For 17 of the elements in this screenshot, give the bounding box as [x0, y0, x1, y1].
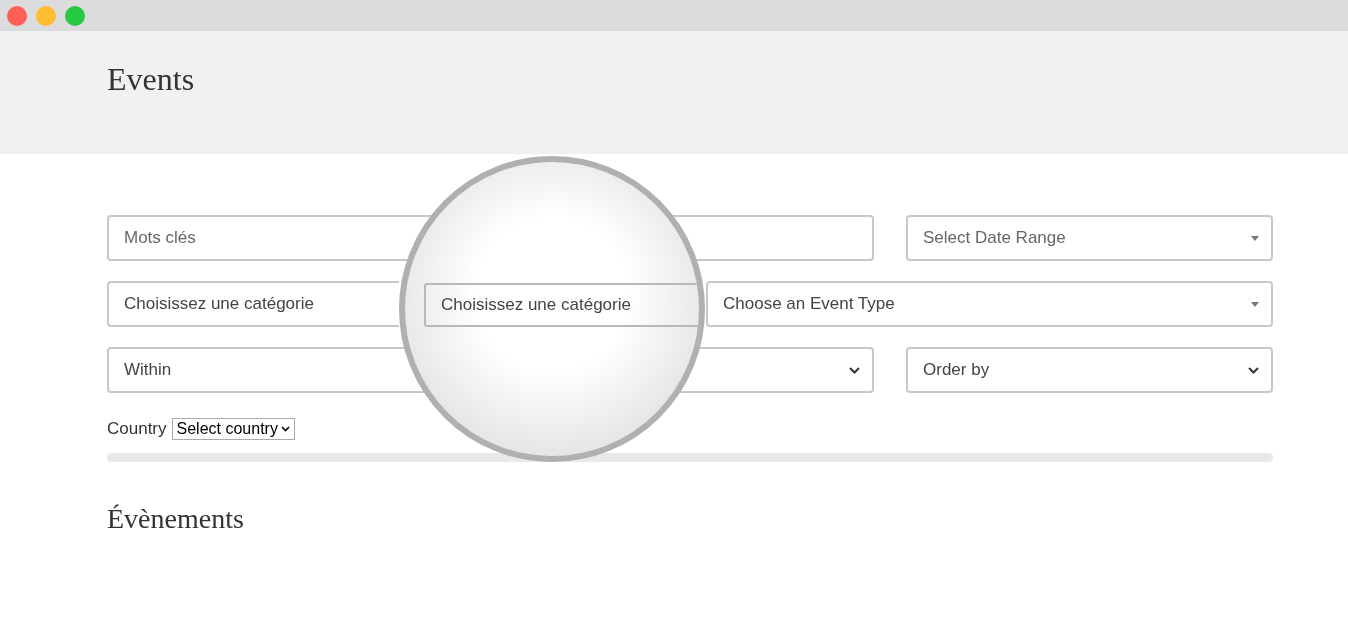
section-heading: Évènements: [107, 501, 245, 536]
chevron-icon: [1248, 366, 1259, 374]
maximize-icon[interactable]: [65, 5, 85, 26]
page-title: Events: [107, 60, 196, 99]
category-dropdown[interactable]: Choisissez une catégorie: [107, 281, 399, 327]
event-type-dropdown[interactable]: Choose an Event Type: [706, 281, 1273, 327]
country-label: Country: [107, 418, 167, 440]
magnified-category-field: Choisissez une catégorie: [424, 283, 699, 327]
caret-icon: [1251, 301, 1259, 307]
country-select[interactable]: Select country: [171, 417, 295, 440]
chevron-icon: [280, 425, 290, 432]
minimize-icon[interactable]: [36, 5, 56, 26]
order-by-dropdown[interactable]: Order by: [906, 347, 1273, 393]
date-range-dropdown[interactable]: Select Date Range: [906, 215, 1273, 261]
caret-icon: [1251, 235, 1259, 241]
chevron-icon: [849, 366, 860, 374]
close-icon[interactable]: [7, 5, 27, 26]
